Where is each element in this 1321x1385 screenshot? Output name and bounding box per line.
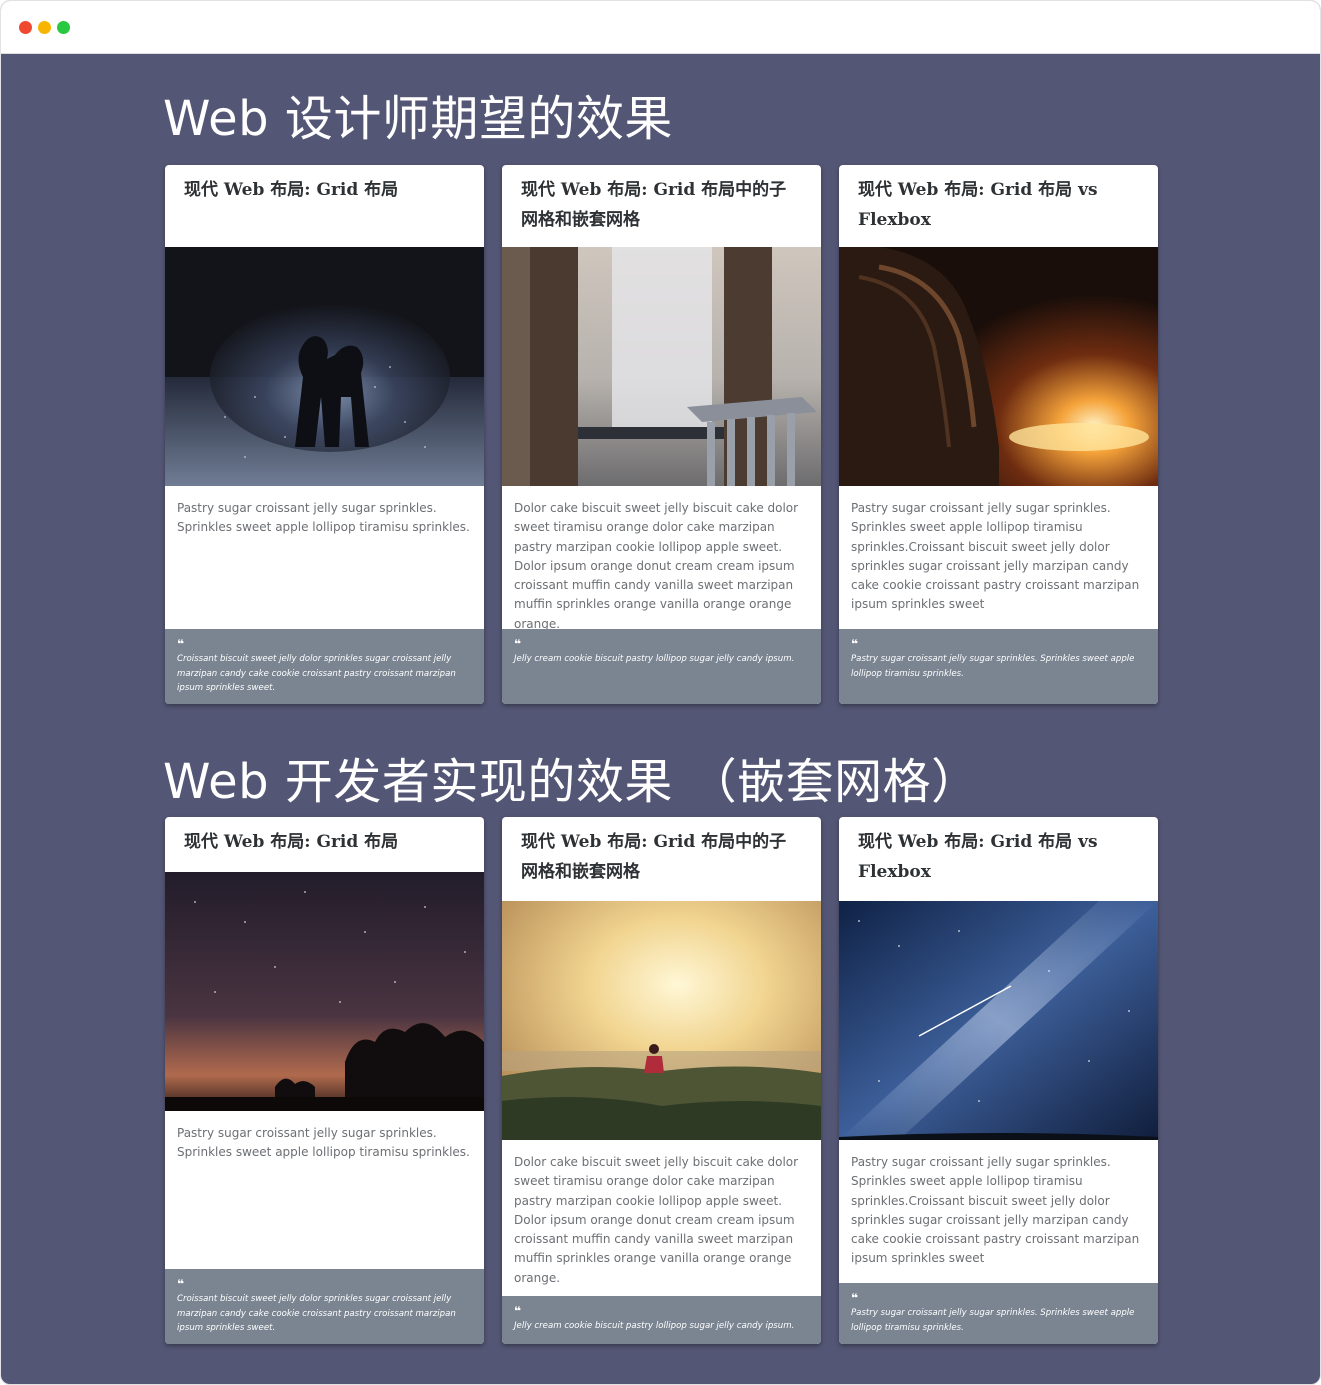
minimize-window-button[interactable] <box>38 21 51 34</box>
section-title-designer: Web 设计师期望的效果 <box>163 91 673 147</box>
card-body-text: Pastry sugar croissant jelly sugar sprin… <box>851 1155 1140 1266</box>
card-quote: ❝ Pastry sugar croissant jelly sugar spr… <box>839 629 1158 704</box>
card-image-runner-city <box>502 901 821 1140</box>
card-image-girl-fire <box>839 247 1158 486</box>
card-quote: ❝ Pastry sugar croissant jelly sugar spr… <box>839 1283 1158 1344</box>
card-quote: ❝ Croissant biscuit sweet jelly dolor sp… <box>165 629 484 704</box>
browser-window: Web 设计师期望的效果 现代 Web 布局: Grid 布局 Pastry s… <box>0 0 1321 1385</box>
quote-icon: ❝ <box>851 1291 859 1305</box>
card-quote-text: Croissant biscuit sweet jelly dolor spri… <box>177 1294 456 1333</box>
article-card[interactable]: 现代 Web 布局: Grid 布局中的子网格和嵌套网格 Dolor cake … <box>502 817 821 1344</box>
card-body-text: Dolor cake biscuit sweet jelly biscuit c… <box>514 1155 799 1285</box>
card-title[interactable]: 现代 Web 布局: Grid 布局 <box>165 165 484 247</box>
quote-icon: ❝ <box>851 637 859 651</box>
card-body-text: Pastry sugar croissant jelly sugar sprin… <box>177 501 470 535</box>
card-image-couple-silhouette <box>165 247 484 486</box>
card-image-starry-sky <box>165 872 484 1111</box>
close-window-button[interactable] <box>19 21 32 34</box>
section-title-developer: Web 开发者实现的效果 （嵌套网格） <box>163 754 980 810</box>
quote-icon: ❝ <box>177 1277 185 1291</box>
card-body-text: Pastry sugar croissant jelly sugar sprin… <box>177 1126 470 1160</box>
quote-icon: ❝ <box>514 1304 522 1318</box>
card-quote-text: Pastry sugar croissant jelly sugar sprin… <box>851 654 1135 679</box>
card-title[interactable]: 现代 Web 布局: Grid 布局 vs Flexbox <box>839 165 1158 247</box>
card-title[interactable]: 现代 Web 布局: Grid 布局 <box>165 817 484 872</box>
card-quote: ❝ Jelly cream cookie biscuit pastry loll… <box>502 629 821 704</box>
article-card[interactable]: 现代 Web 布局: Grid 布局中的子网格和嵌套网格 Dolor cake … <box>502 165 821 704</box>
card-body-text: Dolor cake biscuit sweet jelly biscuit c… <box>514 501 799 631</box>
card-title[interactable]: 现代 Web 布局: Grid 布局 vs Flexbox <box>839 817 1158 901</box>
quote-icon: ❝ <box>177 637 185 651</box>
article-card[interactable]: 现代 Web 布局: Grid 布局 Pastry sugar croissan… <box>165 165 484 704</box>
card-title[interactable]: 现代 Web 布局: Grid 布局中的子网格和嵌套网格 <box>502 165 821 247</box>
card-title[interactable]: 现代 Web 布局: Grid 布局中的子网格和嵌套网格 <box>502 817 821 901</box>
article-card[interactable]: 现代 Web 布局: Grid 布局 vs Flexbox Pastry sug… <box>839 165 1158 704</box>
maximize-window-button[interactable] <box>57 21 70 34</box>
card-quote-text: Pastry sugar croissant jelly sugar sprin… <box>851 1308 1135 1333</box>
card-quote: ❝ Jelly cream cookie biscuit pastry loll… <box>502 1296 821 1344</box>
card-quote: ❝ Croissant biscuit sweet jelly dolor sp… <box>165 1269 484 1344</box>
card-image-milky-way <box>839 901 1158 1140</box>
card-quote-text: Jelly cream cookie biscuit pastry lollip… <box>514 1321 795 1331</box>
window-titlebar <box>1 1 1320 54</box>
card-image-window-chair <box>502 247 821 486</box>
article-card[interactable]: 现代 Web 布局: Grid 布局 vs Flexbox Pastry sug… <box>839 817 1158 1344</box>
card-body-text: Pastry sugar croissant jelly sugar sprin… <box>851 501 1140 612</box>
article-card[interactable]: 现代 Web 布局: Grid 布局 Pastry sugar croissan… <box>165 817 484 1344</box>
quote-icon: ❝ <box>514 637 522 651</box>
card-quote-text: Jelly cream cookie biscuit pastry lollip… <box>514 654 795 664</box>
card-quote-text: Croissant biscuit sweet jelly dolor spri… <box>177 654 456 693</box>
